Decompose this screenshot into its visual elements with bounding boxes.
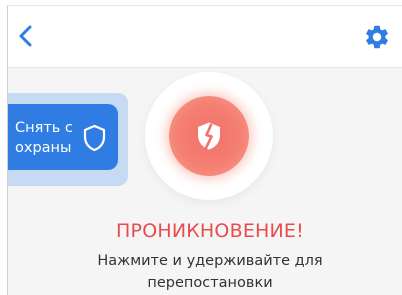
alarm-panel: Снять с охраны ПРОНИКНОВЕНИЕ! Нажмите и … <box>8 68 402 295</box>
alarm-status-button[interactable] <box>145 72 273 200</box>
screen: Снять с охраны ПРОНИКНОВЕНИЕ! Нажмите и … <box>7 5 402 295</box>
alarm-title: ПРОНИКНОВЕНИЕ! <box>116 220 304 242</box>
alarm-hint-line-1: Нажмите и удерживайте для <box>97 253 323 269</box>
alarm-hint-line-2: перепостановки <box>147 275 273 291</box>
alarm-indicator <box>169 96 249 176</box>
top-bar <box>8 6 402 68</box>
gear-icon[interactable] <box>363 23 391 51</box>
shield-icon <box>83 124 106 152</box>
chevron-left-icon[interactable] <box>13 22 39 50</box>
disarm-button-backdrop: Снять с охраны <box>8 93 128 186</box>
broken-shield-icon <box>198 122 220 150</box>
disarm-button[interactable]: Снять с охраны <box>8 104 118 170</box>
disarm-button-label: Снять с охраны <box>15 120 73 156</box>
